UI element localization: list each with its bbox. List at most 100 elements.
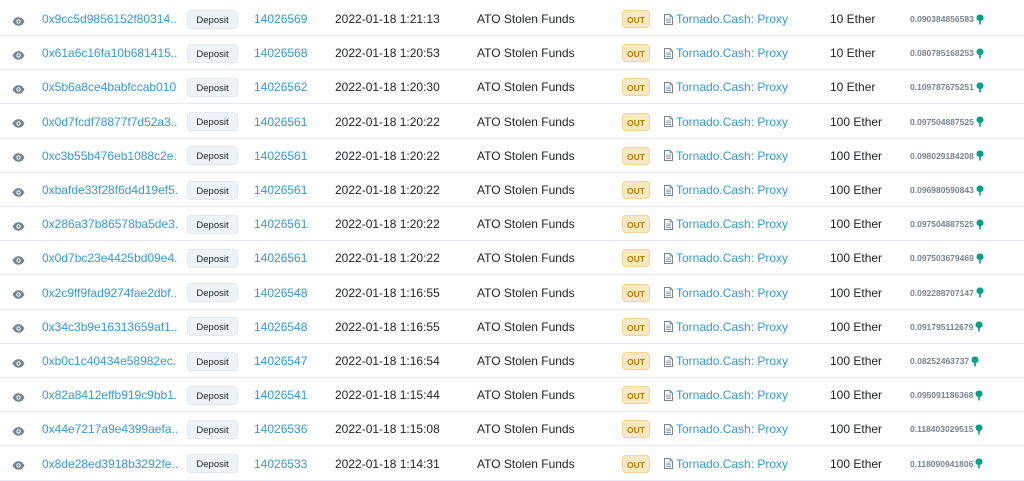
to-address-link[interactable]: Tornado.Cash: Proxy (676, 80, 788, 94)
to-address-link[interactable]: Tornado.Cash: Proxy (676, 46, 788, 60)
preview-cell (10, 276, 26, 310)
txn-hash-link[interactable]: 0x8de28ed3918b3292fe... (42, 457, 177, 471)
value-text: 100 Ether (830, 388, 883, 403)
block-link[interactable]: 14026561 (254, 115, 307, 129)
txn-hash-link[interactable]: 0x5b6a8ce4babfccab010... (42, 80, 177, 94)
eye-icon[interactable] (12, 151, 25, 162)
to-address-link[interactable]: Tornado.Cash: Proxy (676, 115, 788, 129)
txn-hash-link[interactable]: 0x61a6c16fa10b681415... (42, 46, 177, 60)
eye-icon[interactable] (12, 49, 25, 60)
block-link[interactable]: 14026562 (254, 80, 307, 94)
document-icon (664, 252, 673, 264)
value-cell: 100 Ether (830, 276, 900, 310)
to-address-link[interactable]: Tornado.Cash: Proxy (676, 183, 788, 197)
txn-hash-link[interactable]: 0x44e7217a9e4399aefa... (42, 422, 177, 436)
eye-icon[interactable] (12, 83, 25, 94)
preview-cell (10, 36, 26, 70)
table-row: 0x34c3b9e16313659af1... Deposit 14026548… (0, 310, 1024, 344)
txn-hash-link[interactable]: 0x9cc5d9856152f80314... (42, 12, 177, 26)
method-badge: Deposit (187, 351, 238, 371)
age-cell: 2022-01-18 1:20:22 (335, 241, 465, 275)
block-link[interactable]: 14026533 (254, 457, 307, 471)
to-cell: Tornado.Cash: Proxy (664, 241, 814, 275)
age-text: 2022-01-18 1:20:22 (335, 251, 440, 266)
txn-hash-cell: 0x34c3b9e16313659af1... (42, 310, 177, 344)
block-link[interactable]: 14026561 (254, 149, 307, 163)
method-badge: Deposit (187, 454, 238, 474)
block-link[interactable]: 14026561 (254, 251, 307, 265)
to-address-link[interactable]: Tornado.Cash: Proxy (676, 320, 788, 334)
age-text: 2022-01-18 1:16:55 (335, 285, 440, 300)
gas-pump-icon (976, 253, 984, 264)
direction-cell: OUT (622, 173, 650, 207)
block-link[interactable]: 14026541 (254, 388, 307, 402)
value-cell: 100 Ether (830, 447, 900, 481)
eye-icon[interactable] (12, 322, 25, 333)
from-cell: ATO Stolen Funds (477, 2, 607, 36)
block-cell: 14026568 (254, 36, 324, 70)
txn-hash-cell: 0x286a37b86578ba5de3... (42, 207, 177, 241)
eye-icon[interactable] (12, 391, 25, 402)
from-cell: ATO Stolen Funds (477, 412, 607, 446)
eye-icon[interactable] (12, 459, 25, 470)
txn-hash-link[interactable]: 0xb0c1c40434e58982ec... (42, 354, 177, 368)
txn-hash-link[interactable]: 0x82a8412effb919c9bb1... (42, 388, 177, 402)
to-address-link[interactable]: Tornado.Cash: Proxy (676, 388, 788, 402)
fee-cell: 0.097503679469 (910, 241, 1020, 275)
eye-icon[interactable] (12, 220, 25, 231)
to-address-link[interactable]: Tornado.Cash: Proxy (676, 422, 788, 436)
eye-icon[interactable] (12, 117, 25, 128)
eye-icon[interactable] (12, 425, 25, 436)
block-link[interactable]: 14026569 (254, 12, 307, 26)
direction-badge: OUT (622, 283, 650, 302)
block-link[interactable]: 14026561 (254, 217, 307, 231)
eye-icon[interactable] (12, 357, 25, 368)
block-link[interactable]: 14026548 (254, 286, 307, 300)
eye-icon[interactable] (12, 15, 25, 26)
txn-fee-text: 0.095091186368 (910, 390, 974, 401)
eye-icon[interactable] (12, 288, 25, 299)
txn-hash-link[interactable]: 0x34c3b9e16313659af1... (42, 320, 177, 334)
block-cell: 14026561 (254, 139, 324, 173)
block-link[interactable]: 14026568 (254, 46, 307, 60)
eye-icon[interactable] (12, 254, 25, 265)
to-address-link[interactable]: Tornado.Cash: Proxy (676, 457, 788, 471)
value-text: 100 Ether (830, 456, 883, 471)
value-text: 100 Ether (830, 114, 883, 129)
txn-hash-link[interactable]: 0x286a37b86578ba5de3... (42, 217, 177, 231)
block-link[interactable]: 14026536 (254, 422, 307, 436)
block-link[interactable]: 14026548 (254, 320, 307, 334)
fee-cell: 0.080785168253 (910, 36, 1020, 70)
to-cell: Tornado.Cash: Proxy (664, 447, 814, 481)
to-address-link[interactable]: Tornado.Cash: Proxy (676, 217, 788, 231)
to-address-link[interactable]: Tornado.Cash: Proxy (676, 354, 788, 368)
txn-hash-link[interactable]: 0xbafde33f28f6d4d19ef5... (42, 183, 177, 197)
eye-icon[interactable] (12, 186, 25, 197)
block-cell: 14026533 (254, 447, 324, 481)
from-cell: ATO Stolen Funds (477, 241, 607, 275)
txn-fee-text: 0.080785168253 (910, 48, 974, 59)
to-address-link[interactable]: Tornado.Cash: Proxy (676, 251, 788, 265)
to-address-link[interactable]: Tornado.Cash: Proxy (676, 12, 788, 26)
value-cell: 100 Ether (830, 344, 900, 378)
block-cell: 14026562 (254, 70, 324, 104)
txn-hash-link[interactable]: 0x0d7bc23e4425bd09e4... (42, 251, 177, 265)
txn-hash-link[interactable]: 0x2c9ff9fad9274fae2dbf... (42, 286, 177, 300)
txn-hash-link[interactable]: 0xc3b55b476eb1088c2e... (42, 149, 177, 163)
to-address-link[interactable]: Tornado.Cash: Proxy (676, 286, 788, 300)
block-link[interactable]: 14026561 (254, 183, 307, 197)
to-address-link[interactable]: Tornado.Cash: Proxy (676, 149, 788, 163)
fee-cell: 0.090384856583 (910, 2, 1020, 36)
method-badge: Deposit (187, 283, 238, 303)
preview-cell (10, 241, 26, 275)
age-cell: 2022-01-18 1:20:22 (335, 207, 465, 241)
method-cell: Deposit (187, 344, 238, 378)
table-row: 0x0d7bc23e4425bd09e4... Deposit 14026561… (0, 241, 1024, 276)
table-row: 0xb0c1c40434e58982ec... Deposit 14026547… (0, 344, 1024, 378)
txn-fee-text: 0.092288707147 (910, 287, 974, 298)
block-link[interactable]: 14026547 (254, 354, 307, 368)
txn-hash-link[interactable]: 0x0d7fcdf78877f7d52a3... (42, 115, 177, 129)
document-icon (664, 218, 673, 230)
to-cell: Tornado.Cash: Proxy (664, 70, 814, 104)
value-cell: 100 Ether (830, 378, 900, 412)
